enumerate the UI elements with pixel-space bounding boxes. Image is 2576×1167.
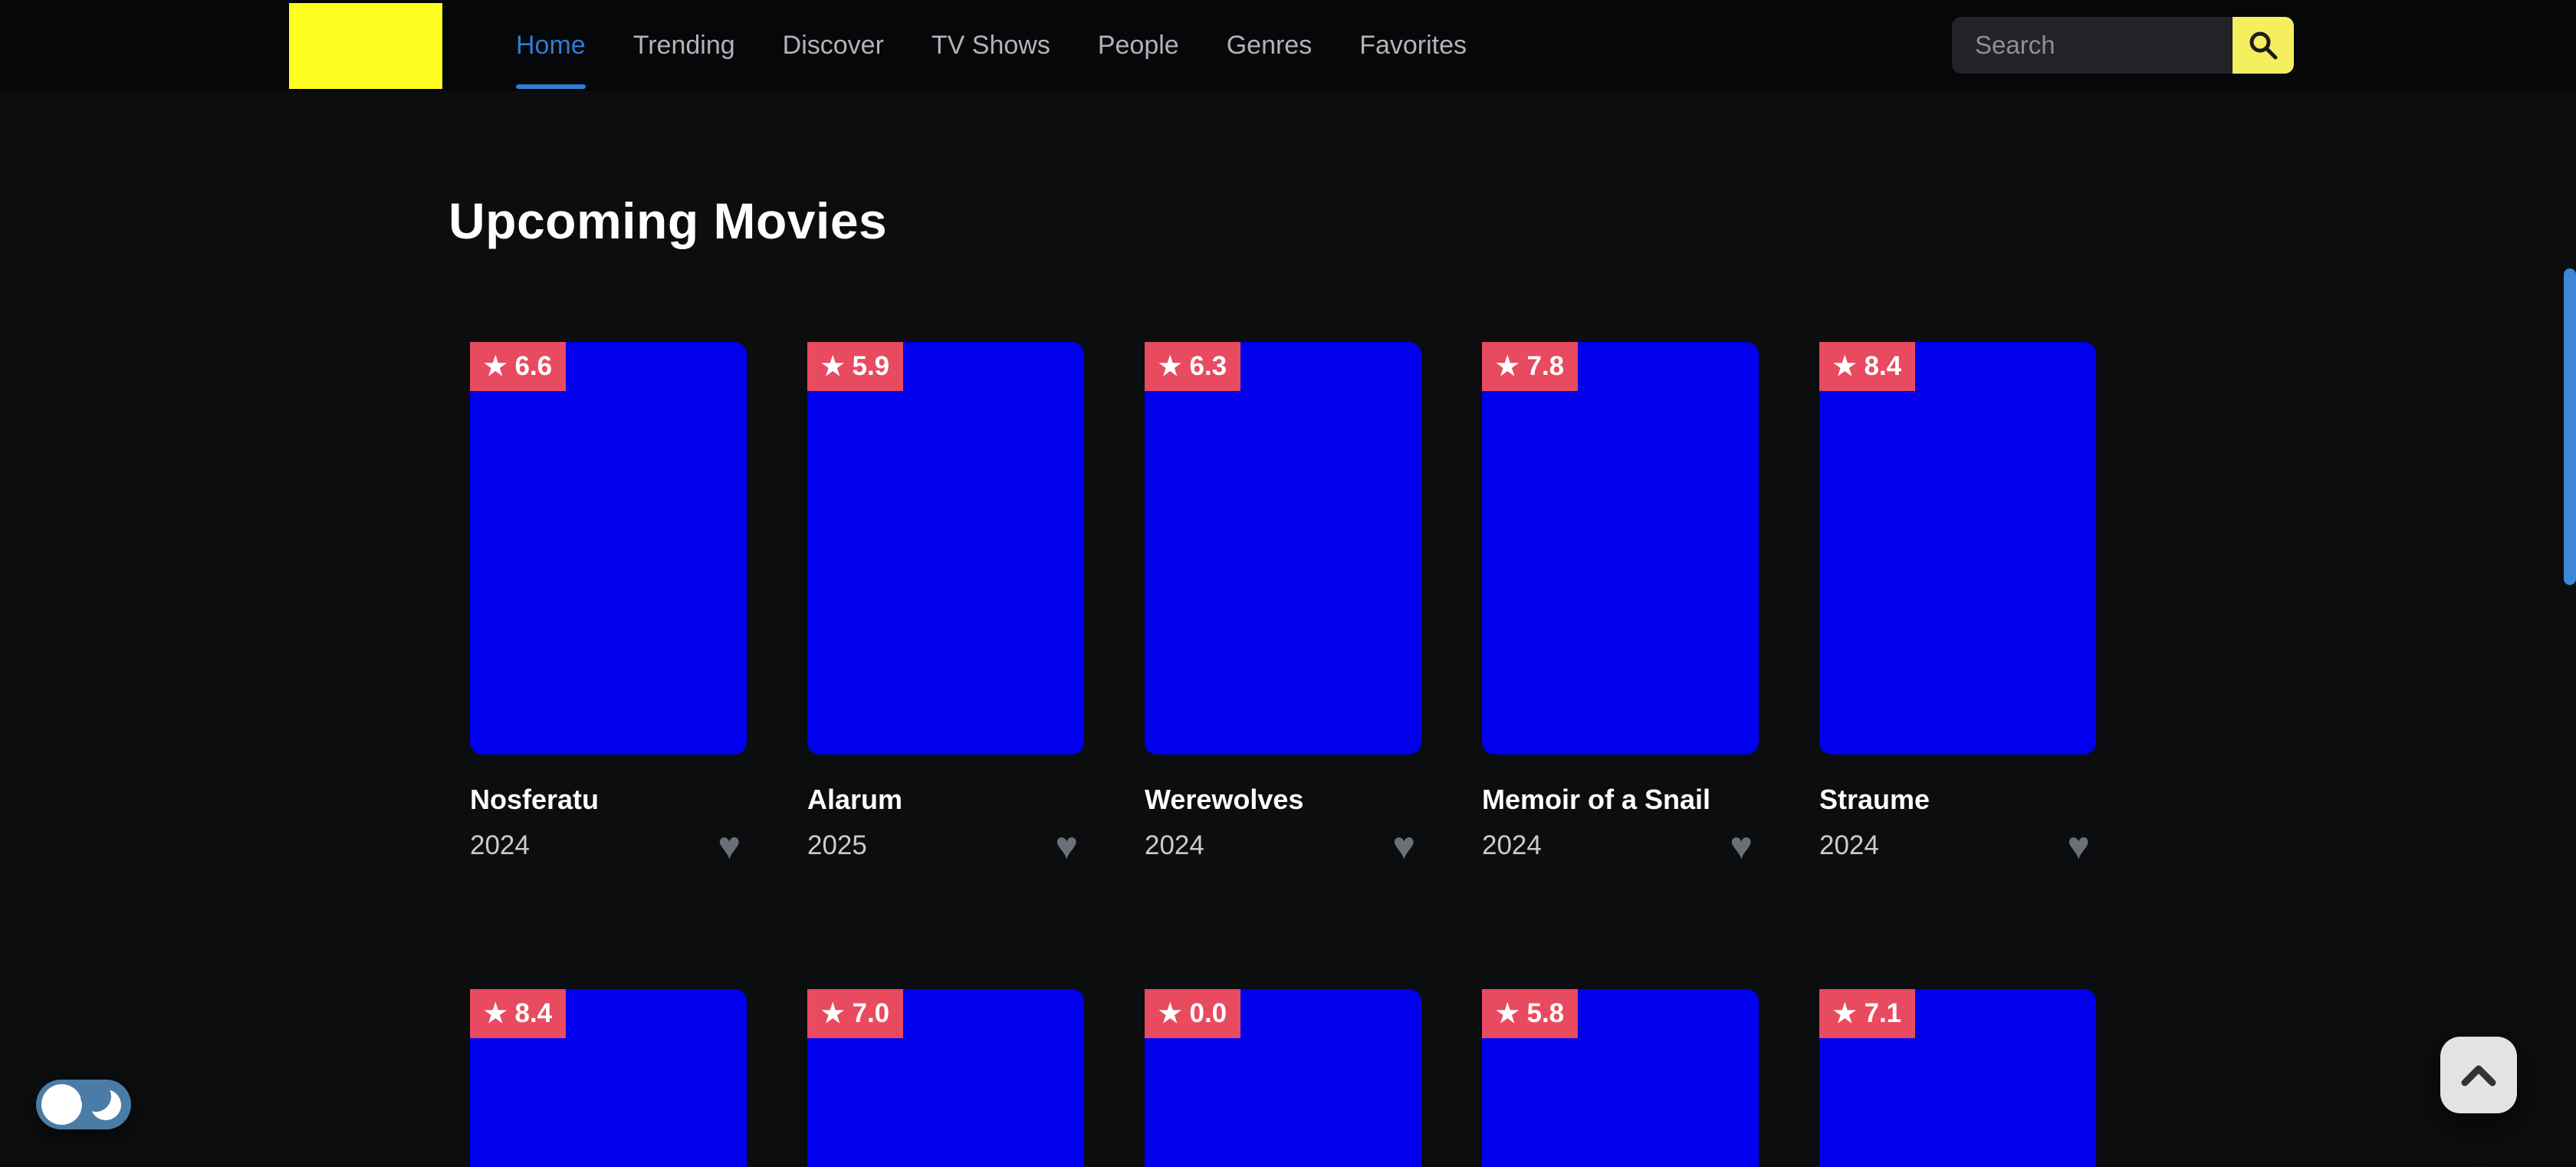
moon-icon	[90, 1090, 121, 1120]
heart-icon[interactable]: ♥	[2067, 827, 2090, 865]
poster-wrap: ★ 8.4	[1819, 342, 2096, 754]
rating-value: 6.3	[1189, 351, 1227, 382]
movie-card[interactable]: ★ 7.1	[1819, 989, 2096, 1167]
star-icon: ★	[484, 1001, 507, 1027]
movie-year: 2024	[1819, 830, 1879, 861]
nav-item-favorites[interactable]: Favorites	[1359, 0, 1467, 91]
poster-wrap: ★ 7.1	[1819, 989, 2096, 1167]
rating-badge: ★ 7.8	[1482, 342, 1578, 391]
heart-icon[interactable]: ♥	[1730, 827, 1753, 865]
rating-value: 7.8	[1526, 351, 1564, 382]
poster-wrap: ★ 7.8	[1482, 342, 1759, 754]
movie-year: 2024	[470, 830, 530, 861]
star-icon: ★	[1833, 353, 1856, 380]
star-icon: ★	[1158, 353, 1181, 380]
movie-card[interactable]: ★ 8.4	[470, 989, 747, 1167]
movie-year: 2024	[1482, 830, 1542, 861]
rating-badge: ★ 5.9	[807, 342, 903, 391]
logo[interactable]	[289, 3, 442, 89]
scrollbar-thumb[interactable]	[2564, 268, 2576, 585]
star-icon: ★	[1496, 1001, 1519, 1027]
card-meta: 2025 ♥	[807, 827, 1084, 865]
poster-wrap: ★ 5.9	[807, 342, 1084, 754]
nav-item-people[interactable]: People	[1098, 0, 1179, 91]
rating-value: 6.6	[514, 351, 552, 382]
search-icon	[2246, 28, 2280, 62]
navbar: Home Trending Discover TV Shows People Genres…	[0, 0, 2576, 91]
movie-grid-row-1: ★ 6.6 Nosferatu 2024 ♥ ★ 5.9 Alarum 2025 ♥ ★ 6.3 Wer…	[470, 342, 2096, 865]
heart-icon[interactable]: ♥	[1055, 827, 1078, 865]
movie-year: 2025	[807, 830, 867, 861]
rating-badge: ★ 5.8	[1482, 989, 1578, 1038]
star-icon: ★	[821, 353, 844, 380]
sun-knob-icon	[41, 1084, 82, 1125]
star-icon: ★	[1158, 1001, 1181, 1027]
card-meta: 2024 ♥	[1145, 827, 1421, 865]
page-title: Upcoming Movies	[449, 192, 887, 250]
card-meta: 2024 ♥	[470, 827, 747, 865]
search-form	[1952, 17, 2294, 74]
nav-item-genres[interactable]: Genres	[1227, 0, 1313, 91]
rating-value: 7.1	[1864, 998, 1901, 1029]
movie-card[interactable]: ★ 6.3 Werewolves 2024 ♥	[1145, 342, 1421, 865]
movie-poster[interactable]	[1145, 342, 1421, 754]
nav-item-trending[interactable]: Trending	[633, 0, 735, 91]
page: Home Trending Discover TV Shows People Genres…	[0, 0, 2576, 1167]
rating-badge: ★ 8.4	[470, 989, 566, 1038]
nav-item-discover[interactable]: Discover	[783, 0, 884, 91]
movie-card[interactable]: ★ 5.8	[1482, 989, 1759, 1167]
chevron-up-icon	[2460, 1063, 2497, 1086]
nav-item-tv-shows[interactable]: TV Shows	[932, 0, 1050, 91]
movie-grid-row-2: ★ 8.4 ★ 7.0 ★ 0.0 ★ 5.8 ★ 7.1	[470, 989, 2096, 1167]
movie-poster[interactable]	[807, 342, 1084, 754]
movie-poster[interactable]	[1482, 342, 1759, 754]
rating-badge: ★ 6.3	[1145, 342, 1240, 391]
movie-card[interactable]: ★ 5.9 Alarum 2025 ♥	[807, 342, 1084, 865]
star-icon: ★	[821, 1001, 844, 1027]
poster-wrap: ★ 6.6	[470, 342, 747, 754]
rating-badge: ★ 7.0	[807, 989, 903, 1038]
rating-value: 5.8	[1526, 998, 1564, 1029]
movie-poster[interactable]	[470, 342, 747, 754]
rating-value: 8.4	[1864, 351, 1901, 382]
movie-card[interactable]: ★ 7.0	[807, 989, 1084, 1167]
card-meta: 2024 ♥	[1819, 827, 2096, 865]
rating-badge: ★ 7.1	[1819, 989, 1915, 1038]
movie-poster[interactable]	[1819, 342, 2096, 754]
heart-icon[interactable]: ♥	[718, 827, 741, 865]
star-icon: ★	[1496, 353, 1519, 380]
movie-card[interactable]: ★ 7.8 Memoir of a Snail 2024 ♥	[1482, 342, 1759, 865]
nav-links: Home Trending Discover TV Shows People Genres…	[516, 0, 1467, 91]
movie-title[interactable]: Nosferatu	[470, 784, 747, 816]
rating-value: 5.9	[852, 351, 889, 382]
movie-title[interactable]: Straume	[1819, 784, 2096, 816]
star-icon: ★	[484, 353, 507, 380]
movie-title[interactable]: Werewolves	[1145, 784, 1421, 816]
nav-item-home[interactable]: Home	[516, 0, 586, 91]
search-input[interactable]	[1952, 17, 2233, 74]
poster-wrap: ★ 6.3	[1145, 342, 1421, 754]
poster-wrap: ★ 5.8	[1482, 989, 1759, 1167]
scroll-top-button[interactable]	[2440, 1037, 2517, 1113]
rating-value: 8.4	[514, 998, 552, 1029]
poster-wrap: ★ 7.0	[807, 989, 1084, 1167]
card-meta: 2024 ♥	[1482, 827, 1759, 865]
poster-wrap: ★ 8.4	[470, 989, 747, 1167]
rating-badge: ★ 0.0	[1145, 989, 1240, 1038]
star-icon: ★	[1833, 1001, 1856, 1027]
movie-title[interactable]: Memoir of a Snail	[1482, 784, 1759, 816]
rating-badge: ★ 8.4	[1819, 342, 1915, 391]
poster-wrap: ★ 0.0	[1145, 989, 1421, 1167]
theme-toggle[interactable]	[36, 1080, 131, 1129]
movie-year: 2024	[1145, 830, 1204, 861]
movie-card[interactable]: ★ 0.0	[1145, 989, 1421, 1167]
rating-value: 0.0	[1189, 998, 1227, 1029]
movie-title[interactable]: Alarum	[807, 784, 1084, 816]
movie-card[interactable]: ★ 6.6 Nosferatu 2024 ♥	[470, 342, 747, 865]
search-button[interactable]	[2233, 17, 2294, 74]
rating-badge: ★ 6.6	[470, 342, 566, 391]
movie-card[interactable]: ★ 8.4 Straume 2024 ♥	[1819, 342, 2096, 865]
heart-icon[interactable]: ♥	[1392, 827, 1415, 865]
rating-value: 7.0	[852, 998, 889, 1029]
